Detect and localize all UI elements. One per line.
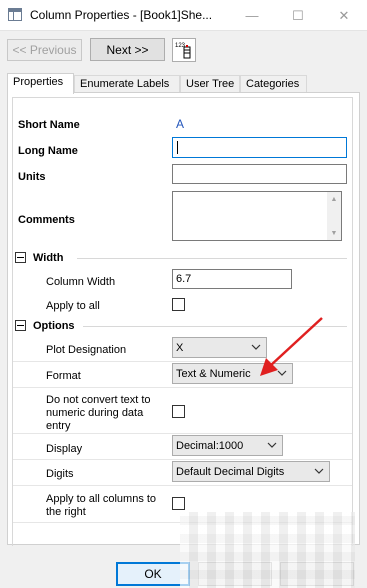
column-width-value: 6.7 — [176, 273, 192, 285]
close-button[interactable]: ✕ — [321, 0, 367, 31]
options-collapse-icon[interactable] — [15, 320, 26, 331]
comments-textarea[interactable]: ▲ ▼ — [172, 191, 342, 241]
scroll-down-icon[interactable]: ▼ — [327, 226, 341, 240]
digits-select[interactable]: Default Decimal Digits — [172, 461, 330, 482]
window-title: Column Properties - [Book1]She... — [30, 8, 213, 22]
display-label: Display — [46, 443, 83, 455]
maximize-button[interactable]: ☐ — [275, 0, 321, 31]
display-value: Decimal:1000 — [176, 440, 244, 452]
apply-to-all-label: Apply to all — [46, 300, 100, 312]
column-settings-icon: 123 — [175, 43, 191, 59]
units-label: Units — [18, 171, 46, 183]
chevron-down-icon — [314, 468, 324, 474]
minimize-button[interactable]: — — [229, 0, 275, 31]
scroll-up-icon[interactable]: ▲ — [327, 192, 341, 206]
long-name-label: Long Name — [18, 145, 78, 157]
row-divider — [13, 459, 352, 460]
tab-properties[interactable]: Properties — [7, 73, 74, 94]
no-convert-checkbox[interactable] — [172, 405, 185, 418]
long-name-input[interactable] — [172, 137, 347, 158]
text-caret — [177, 141, 178, 154]
plot-designation-value: X — [176, 342, 184, 354]
comments-scrollbar[interactable]: ▲ ▼ — [327, 192, 341, 240]
next-button[interactable]: Next >> — [90, 38, 165, 61]
annotation-arrow-icon — [260, 317, 323, 376]
previous-button[interactable]: << Previous — [7, 39, 82, 61]
no-convert-label-line3: entry — [46, 420, 71, 432]
apply-to-all-checkbox[interactable] — [172, 298, 185, 311]
comments-label: Comments — [18, 214, 75, 226]
column-width-input[interactable]: 6.7 — [172, 269, 292, 289]
row-divider — [13, 387, 352, 388]
units-input[interactable] — [172, 164, 347, 184]
width-collapse-icon[interactable] — [15, 252, 26, 263]
digits-label: Digits — [46, 468, 74, 480]
apply-right-label: Apply to all columns to the right — [46, 493, 156, 519]
column-width-label: Column Width — [46, 276, 116, 288]
worksheet-settings-button[interactable]: 123 — [172, 38, 196, 62]
tab-enumerate-labels[interactable]: Enumerate Labels — [74, 75, 180, 93]
options-section-title: Options — [33, 320, 75, 332]
no-convert-label-line1: Do not convert text to — [46, 394, 151, 406]
no-convert-label-line2: numeric during data — [46, 407, 144, 419]
ok-button[interactable]: OK — [116, 562, 190, 586]
format-value: Text & Numeric — [176, 368, 251, 380]
apply-right-checkbox[interactable] — [172, 497, 185, 510]
width-section-divider — [77, 258, 347, 259]
tab-categories[interactable]: Categories — [240, 75, 307, 93]
apply-right-label-line2: the right — [46, 506, 86, 518]
watermark-overlay — [180, 512, 355, 588]
width-section-title: Width — [33, 252, 64, 264]
table-icon — [8, 8, 22, 21]
tab-user-tree[interactable]: User Tree — [180, 75, 240, 93]
short-name-value: A — [176, 117, 185, 131]
digits-value: Default Decimal Digits — [176, 466, 285, 478]
row-divider — [13, 485, 352, 486]
format-label: Format — [46, 370, 81, 382]
title-bar: Column Properties - [Book1]She... — ☐ ✕ — [0, 0, 367, 31]
display-select[interactable]: Decimal:1000 — [172, 435, 283, 456]
no-convert-label: Do not convert text to numeric during da… — [46, 394, 151, 433]
short-name-label: Short Name — [18, 119, 80, 131]
chevron-down-icon — [267, 442, 277, 448]
plot-designation-label: Plot Designation — [46, 344, 127, 356]
row-divider — [13, 433, 352, 434]
apply-right-label-line1: Apply to all columns to — [46, 493, 157, 505]
